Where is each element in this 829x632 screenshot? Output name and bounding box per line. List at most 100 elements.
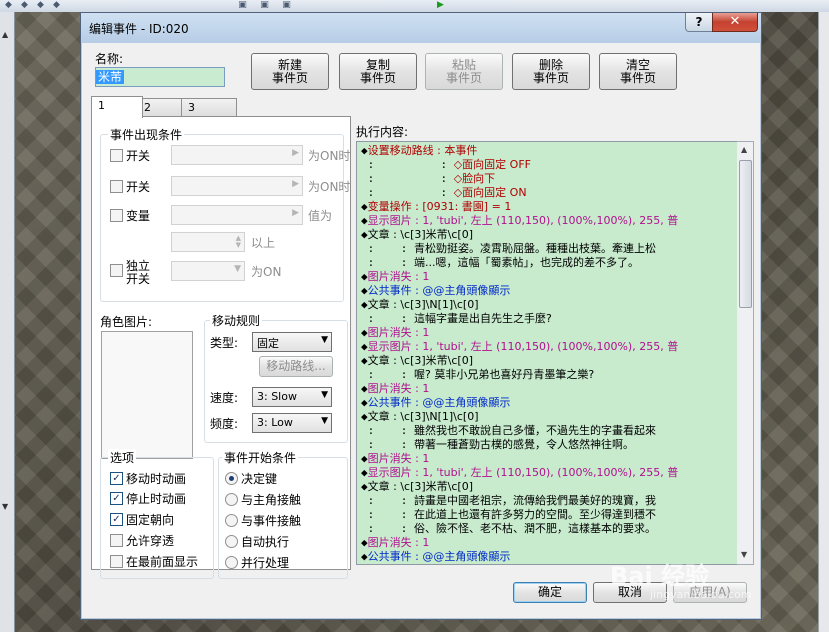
play-icon[interactable]: ▶	[434, 0, 447, 10]
switch1-checkbox[interactable]	[110, 149, 123, 162]
switch1-select[interactable]: ▶	[171, 145, 303, 165]
option-checkbox-1[interactable]: ✓	[110, 472, 123, 485]
switch2-checkbox[interactable]	[110, 180, 123, 193]
trigger-radio-1[interactable]	[225, 472, 238, 485]
toolbar-icon[interactable]: ◆	[34, 0, 47, 10]
toolbar-icon[interactable]: ◆	[50, 0, 63, 10]
new-page-button[interactable]: 新建 事件页	[251, 53, 329, 90]
command-list-scrollbar[interactable]: ▲ ▼	[737, 141, 754, 565]
event-page-pane: 事件出现条件 开关 ▶ 为ON时 开关 ▶ 为ON时 变量 ▶ 值为 ▲ ▼ 以上…	[91, 116, 351, 579]
option-checkbox-4[interactable]	[110, 534, 123, 547]
command-text: 公共事件 : @@主角頭像顯示	[367, 284, 511, 297]
toolbar-icon[interactable]: ◆	[2, 0, 15, 10]
command-line[interactable]: ◆图片消失 : 1	[361, 452, 429, 466]
command-line[interactable]: ◆显示图片 : 1, 'tubi', 左上 (110,150), (100%,1…	[361, 340, 678, 354]
command-line[interactable]: ◆文章 : \c[3]米芾\c[0]	[361, 354, 473, 368]
character-graphic-box[interactable]	[101, 331, 193, 459]
paste-page-button[interactable]: 粘贴 事件页	[425, 53, 503, 90]
command-line[interactable]: : : 雖然我也不敢說自己多懂，不過先生的字畫看起來	[361, 424, 656, 438]
command-line[interactable]: : : ◇面向固定 ON	[361, 186, 527, 200]
chevron-right-icon: ▶	[292, 179, 299, 189]
trigger-radio-4[interactable]	[225, 535, 238, 548]
command-text: 青松勁挺姿。凌霄恥屈盤。種種出枝葉。牽連上松	[413, 242, 656, 255]
chevron-down-icon: ▼	[321, 335, 328, 345]
clear-page-button[interactable]: 清空 事件页	[599, 53, 677, 90]
command-line[interactable]: : : 在此道上也還有許多努力的空間。至少得達到穩不	[361, 508, 656, 522]
command-line[interactable]: : : 端...嗯，這幅「蜀素帖」，也完成的差不多了。	[361, 256, 639, 270]
delete-page-button[interactable]: 删除 事件页	[512, 53, 590, 90]
command-text: 文章 : \c[3]\N[1]\c[0]	[367, 410, 479, 423]
command-line[interactable]: : : 喔? 莫非小兄弟也喜好丹青墨筆之樂?	[361, 368, 595, 382]
move-type-select[interactable]: 固定 ▼	[252, 332, 332, 352]
switch1-suffix: 为ON时	[308, 149, 351, 163]
command-line[interactable]: ◆文章 : \c[3]米芾\c[0]	[361, 480, 473, 494]
scroll-up-icon[interactable]: ▲	[2, 30, 8, 39]
command-line[interactable]: ◆显示图片 : 1, 'tubi', 左上 (110,150), (100%,1…	[361, 214, 678, 228]
close-button[interactable]: ✕	[712, 13, 758, 32]
self-switch-checkbox[interactable]	[110, 264, 123, 277]
tab-page-1[interactable]: 1	[91, 96, 143, 118]
option-checkbox-5[interactable]	[110, 555, 123, 568]
tab-page-2[interactable]: 2	[137, 98, 187, 117]
option-label-4: 允许穿透	[126, 534, 175, 548]
move-route-button[interactable]: 移动路线...	[259, 356, 333, 377]
scroll-thumb[interactable]	[739, 160, 752, 308]
command-line[interactable]: ◆图片消失 : 1	[361, 536, 429, 550]
command-line[interactable]: : : 詩畫是中國老祖宗，流傳給我們最美好的瑰寶，我	[361, 494, 656, 508]
dialog-titlebar[interactable]: 编辑事件 - ID:020 ? ✕	[81, 13, 761, 43]
move-speed-select[interactable]: 3: Slow ▼	[252, 387, 332, 407]
command-line[interactable]: ◆文章 : \c[3]\N[1]\c[0]	[361, 298, 479, 312]
command-text: 在此道上也還有許多努力的空間。至少得達到穩不	[413, 508, 656, 521]
toolbar-icon[interactable]: ◆	[18, 0, 31, 10]
toolbar-icon[interactable]: ▣	[258, 0, 271, 10]
command-line[interactable]: ◆设置移动路线 : 本事件	[361, 144, 477, 158]
scroll-down-icon[interactable]: ▼	[2, 502, 8, 511]
switch2-select[interactable]: ▶	[171, 176, 303, 196]
trigger-radio-5[interactable]	[225, 556, 238, 569]
toolbar-icon[interactable]: ▣	[236, 0, 249, 10]
command-text: 文章 : \c[3]米芾\c[0]	[367, 354, 473, 367]
trigger-radio-2[interactable]	[225, 493, 238, 506]
self-switch-select[interactable]: ▼	[171, 261, 245, 281]
command-line[interactable]: ◆公共事件 : @@主角頭像顯示	[361, 396, 510, 410]
command-prefix: ◆	[361, 298, 368, 311]
command-line[interactable]: ◆公共事件 : @@主角頭像顯示	[361, 550, 510, 564]
option-checkbox-3[interactable]: ✓	[110, 513, 123, 526]
command-prefix: : :	[361, 158, 454, 171]
variable-select[interactable]: ▶	[171, 205, 303, 225]
command-line[interactable]: : : 這幅字畫是出自先生之手麼?	[361, 312, 552, 326]
copy-page-button[interactable]: 复制 事件页	[339, 53, 417, 90]
command-line[interactable]: : : 帶著一種蒼勁古樸的感覺，令人悠然神往啊。	[361, 438, 634, 452]
toolbar-icon[interactable]: ▣	[280, 0, 293, 10]
command-line[interactable]: ◆公共事件 : @@主角頭像顯示	[361, 284, 510, 298]
command-line[interactable]: : : 青松勁挺姿。凌霄恥屈盤。種種出枝葉。牽連上松	[361, 242, 656, 256]
map-scrollbar[interactable]	[818, 12, 829, 632]
tab-page-3[interactable]: 3	[181, 98, 237, 117]
command-line[interactable]: ◆显示图片 : 1, 'tubi', 左上 (110,150), (100%,1…	[361, 466, 678, 480]
command-line[interactable]: ◆图片消失 : 1	[361, 326, 429, 340]
ok-button[interactable]: 确定	[513, 582, 587, 603]
move-freq-select[interactable]: 3: Low ▼	[252, 413, 332, 433]
command-line[interactable]: : : ◇面向固定 OFF	[361, 158, 531, 172]
command-line[interactable]: ◆文章 : \c[3]米芾\c[0]	[361, 228, 473, 242]
name-input[interactable]: 米芾	[95, 67, 225, 87]
trigger-label-1: 决定键	[241, 472, 278, 486]
command-line[interactable]: ◆变量操作 : [0931: 書園] = 1	[361, 200, 511, 214]
command-line[interactable]: ◆图片消失 : 1	[361, 382, 429, 396]
option-checkbox-2[interactable]: ✓	[110, 492, 123, 505]
scroll-up-icon[interactable]: ▲	[741, 145, 747, 154]
command-line[interactable]: ◆图片消失 : 1	[361, 270, 429, 284]
command-text: 公共事件 : @@主角頭像顯示	[367, 396, 511, 409]
command-line[interactable]: : : 俗、險不怪、老不枯、潤不肥，這樣基本的要求。	[361, 522, 656, 536]
scroll-down-icon[interactable]: ▼	[741, 550, 747, 559]
command-prefix: ◆	[361, 382, 368, 395]
variable-checkbox[interactable]	[110, 209, 123, 222]
command-line[interactable]: : : ◇脸向下	[361, 172, 496, 186]
command-line[interactable]: ◆文章 : \c[3]\N[1]\c[0]	[361, 410, 479, 424]
command-text: 公共事件 : @@主角頭像顯示	[367, 550, 511, 563]
help-button[interactable]: ?	[685, 13, 713, 32]
delete-page-label-2: 事件页	[532, 71, 569, 85]
command-list[interactable]: ◆设置移动路线 : 本事件 : : ◇面向固定 OFF : : ◇脸向下 : :…	[356, 141, 739, 565]
trigger-radio-3[interactable]	[225, 514, 238, 527]
variable-min-stepper[interactable]: ▲ ▼	[171, 232, 245, 252]
